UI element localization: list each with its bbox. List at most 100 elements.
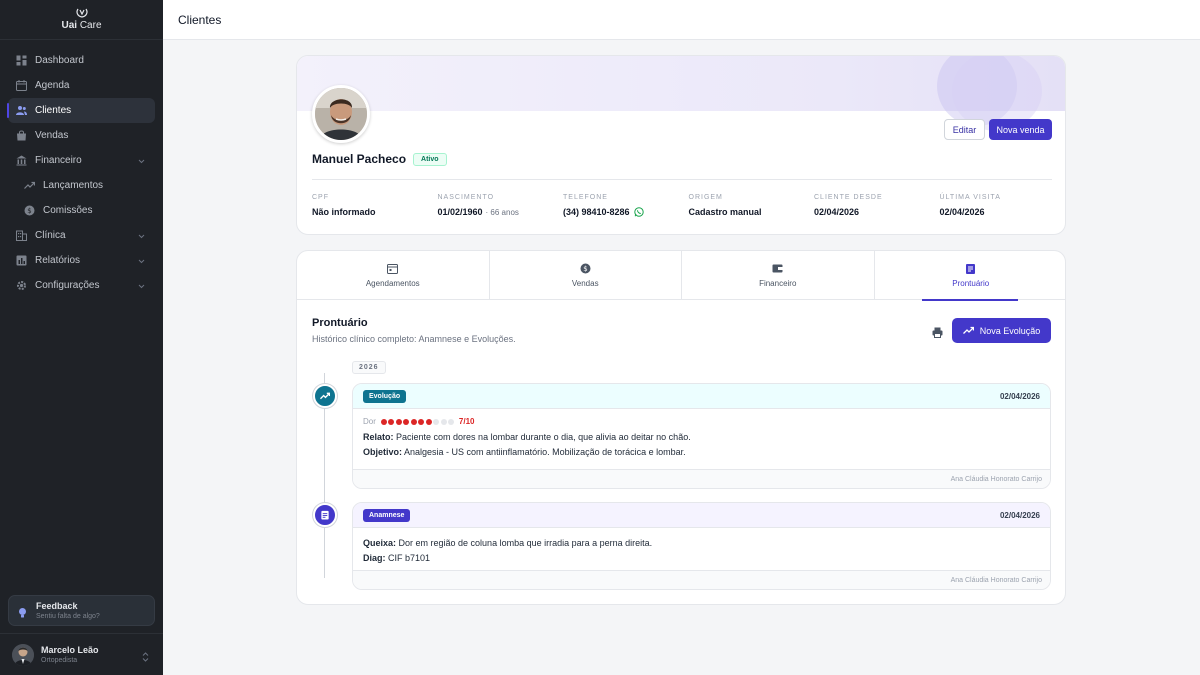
sidebar-item-vendas[interactable]: Vendas (8, 123, 155, 148)
sidebar-item-clientes[interactable]: Clientes (7, 98, 155, 123)
sidebar-item-relatorios[interactable]: Relatórios (8, 248, 155, 273)
new-sale-button[interactable]: Nova venda (989, 119, 1052, 140)
entry-line: Queixa: Dor em região de coluna lomba qu… (363, 538, 653, 548)
sidebar-nav: Dashboard Agenda Clientes Vendas Finance… (0, 40, 163, 298)
sidebar-item-comissoes[interactable]: $ Comissões (8, 198, 155, 223)
edit-button[interactable]: Editar (944, 119, 985, 140)
users-icon (16, 105, 27, 116)
field-value: 01/02/1960 · 66 anos (437, 207, 519, 217)
topbar: Clientes (163, 0, 1200, 40)
field-cpf: CPF Não informado (312, 193, 438, 217)
sidebar-item-label: Vendas (35, 130, 69, 141)
avatar (12, 643, 34, 666)
tab-label: Agendamentos (365, 279, 420, 288)
field-telefone: TELEFONE (34) 98410-8286 (563, 193, 689, 217)
logo-icon (75, 8, 89, 20)
sidebar-item-financeiro[interactable]: Financeiro (8, 148, 155, 173)
pain-label: Dor (363, 417, 376, 426)
chevron-updown-icon (142, 649, 149, 667)
entry-type-badge: Evolução (363, 389, 407, 403)
page-title: Clientes (178, 12, 222, 27)
sidebar-item-label: Clínica (35, 230, 66, 241)
pain-dot (380, 418, 387, 425)
sidebar-item-configuracoes[interactable]: Configurações (8, 273, 155, 298)
entry-header: Evolução 02/04/2026 (353, 384, 1050, 409)
sidebar-item-agenda[interactable]: Agenda (8, 73, 155, 98)
logo[interactable]: Uai Care (0, 0, 163, 40)
logo-text: Uai Care (61, 20, 102, 31)
chevron-down-icon (138, 231, 145, 242)
pain-value: 7/10 (458, 417, 475, 426)
sidebar-item-lancamentos[interactable]: Lançamentos (8, 173, 155, 198)
dollar-circle-icon: $ (580, 263, 591, 274)
feedback-button[interactable]: Feedback Sentiu falta de algo? (8, 595, 155, 626)
field-label: CPF (312, 194, 329, 201)
new-evolution-button[interactable]: Nova Evolução (952, 318, 1051, 343)
feedback-subtitle: Sentiu falta de algo? (36, 612, 100, 620)
sidebar-item-label: Financeiro (35, 155, 82, 166)
field-origem: ORIGEM Cadastro manual (689, 193, 815, 217)
whatsapp-icon[interactable] (633, 207, 644, 217)
pain-dot (433, 418, 440, 425)
calendar-icon (387, 263, 399, 274)
pain-dot (440, 418, 447, 425)
entry-line: Objetivo: Analgesia - US com antiinflama… (363, 447, 686, 457)
entry-body: Queixa: Dor em região de coluna lomba qu… (353, 528, 1050, 566)
client-name-row: Manuel Pacheco Ativo (312, 152, 447, 166)
record-entry[interactable]: Anamnese 02/04/2026 Queixa: Dor em regiã… (352, 502, 1051, 590)
sidebar-item-dashboard[interactable]: Dashboard (8, 48, 155, 73)
client-profile-card: Editar Nova venda Manuel Pacheco Ativo C… (296, 55, 1066, 235)
clipboard-icon (965, 263, 976, 274)
entry-line: Diag: CIF b7101 (363, 553, 431, 563)
lightbulb-icon (17, 605, 28, 618)
divider (312, 179, 1052, 180)
tab-label: Prontuário (952, 279, 990, 288)
user-menu[interactable]: Marcelo Leão Ortopedista (0, 633, 163, 675)
entry-type-badge: Anamnese (363, 508, 411, 522)
dollar-circle-icon: $ (24, 205, 35, 216)
sidebar: Uai Care Dashboard Agenda Clientes Venda… (0, 0, 163, 675)
client-avatar (312, 85, 370, 143)
field-label: ORIGEM (688, 194, 723, 201)
field-value: (34) 98410-8286 (563, 207, 689, 217)
field-value: Cadastro manual (688, 207, 762, 217)
field-value: Não informado (312, 207, 376, 217)
record-entry[interactable]: Evolução 02/04/2026 Dor 7/10 Relato: Pac… (352, 383, 1051, 489)
tab-financeiro[interactable]: Financeiro (682, 251, 875, 300)
trending-up-icon (320, 392, 330, 400)
clinic-icon (16, 230, 27, 241)
entry-author: Ana Cláudia Honorato Carrijo (353, 469, 1050, 488)
tab-agendamentos[interactable]: Agendamentos (297, 251, 490, 300)
section-subtitle: Histórico clínico completo: Anamnese e E… (312, 334, 516, 344)
sidebar-item-label: Agenda (35, 80, 70, 91)
client-name: Manuel Pacheco (312, 152, 407, 166)
trending-up-icon (24, 180, 35, 191)
sidebar-item-label: Comissões (43, 205, 93, 216)
sidebar-item-label: Clientes (35, 105, 72, 116)
print-icon[interactable] (932, 325, 943, 338)
client-tabs-card: Agendamentos $ Vendas Financeiro Prontuá… (296, 250, 1066, 605)
field-value: 02/04/2026 (814, 207, 860, 217)
entry-body: Dor 7/10 Relato: Paciente com dores na l… (353, 409, 1050, 460)
field-label: ÚLTIMA VISITA (939, 194, 1001, 201)
pain-dot (403, 418, 410, 425)
client-info-fields: CPF Não informado NASCIMENTO 01/02/1960 ·… (312, 193, 1065, 217)
age-label: · 66 anos (485, 207, 519, 217)
status-badge: Ativo (413, 152, 447, 166)
field-label: CLIENTE DESDE (814, 194, 883, 201)
user-name: Marcelo Leão (41, 644, 99, 655)
section-title: Prontuário (312, 317, 368, 329)
chevron-down-icon (138, 281, 145, 292)
sidebar-item-label: Relatórios (35, 255, 81, 266)
tab-prontuario[interactable]: Prontuário (875, 251, 1066, 301)
evolution-marker (313, 384, 337, 408)
sidebar-item-clinica[interactable]: Clínica (8, 223, 155, 248)
tab-label: Financeiro (759, 279, 797, 288)
entry-date: 02/04/2026 (999, 391, 1040, 401)
gear-icon (16, 280, 27, 291)
entry-date: 02/04/2026 (999, 510, 1040, 520)
anamnesis-marker (313, 503, 337, 527)
entry-header: Anamnese 02/04/2026 (353, 503, 1050, 528)
field-nascimento: NASCIMENTO 01/02/1960 · 66 anos (438, 193, 564, 217)
tab-vendas[interactable]: $ Vendas (490, 251, 682, 300)
